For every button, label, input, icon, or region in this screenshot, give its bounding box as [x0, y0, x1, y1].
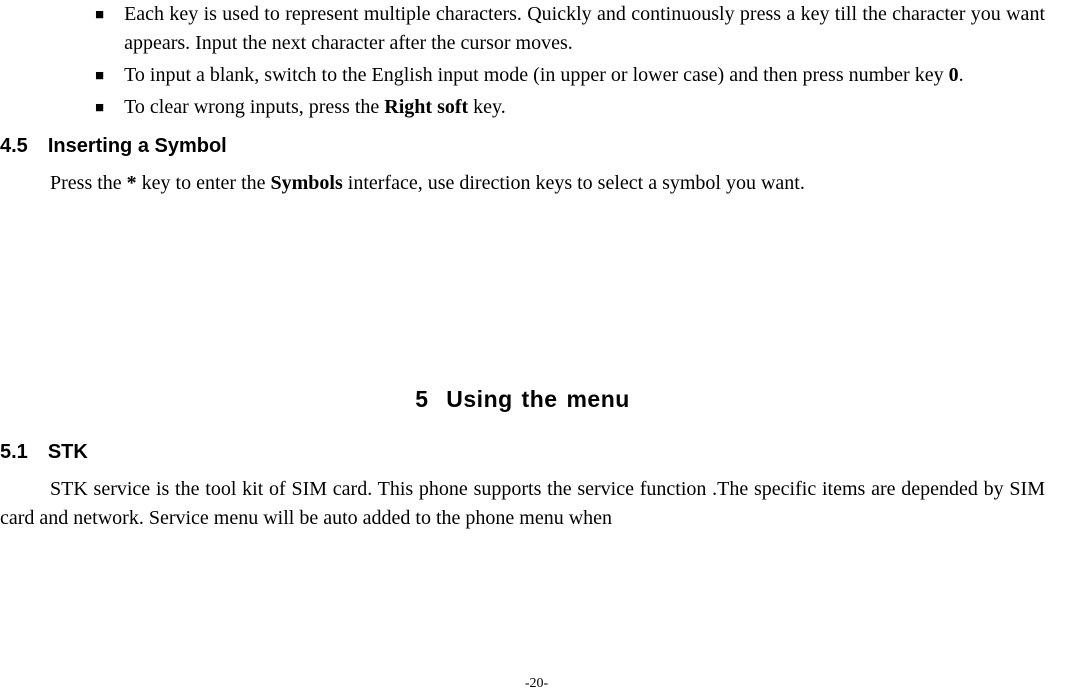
bullet-text: To clear wrong inputs, press the Right s… — [124, 93, 1045, 122]
section-heading-5-1: 5.1 STK — [0, 438, 1045, 467]
square-bullet-icon: ■ — [95, 97, 104, 122]
section-5-1-paragraph: STK service is the tool kit of SIM card.… — [0, 475, 1045, 533]
chapter-title: Using the menu — [446, 386, 630, 412]
bullet-text: To input a blank, switch to the English … — [124, 61, 1045, 90]
section-title: STK — [48, 441, 88, 463]
section-heading-4-5: 4.5 Inserting a Symbol — [0, 132, 1045, 161]
section-title: Inserting a Symbol — [48, 135, 227, 157]
chapter-heading-5: 5 Using the menu — [0, 383, 1045, 416]
section-number: 4.5 — [0, 132, 28, 161]
page-number: -20- — [0, 674, 1073, 694]
bullet-item: ■ Each key is used to represent multiple … — [95, 0, 1045, 58]
bullet-item: ■ To input a blank, switch to the English… — [95, 61, 1045, 90]
square-bullet-icon: ■ — [95, 4, 104, 58]
square-bullet-icon: ■ — [95, 65, 104, 90]
section-number: 5.1 — [0, 438, 28, 467]
bullet-list: ■ Each key is used to represent multiple … — [95, 0, 1045, 122]
bullet-item: ■ To clear wrong inputs, press the Right … — [95, 93, 1045, 122]
bullet-text: Each key is used to represent multiple c… — [124, 0, 1045, 58]
section-4-5-paragraph: Press the * key to enter the Symbols int… — [50, 169, 1045, 198]
chapter-number: 5 — [415, 386, 428, 412]
